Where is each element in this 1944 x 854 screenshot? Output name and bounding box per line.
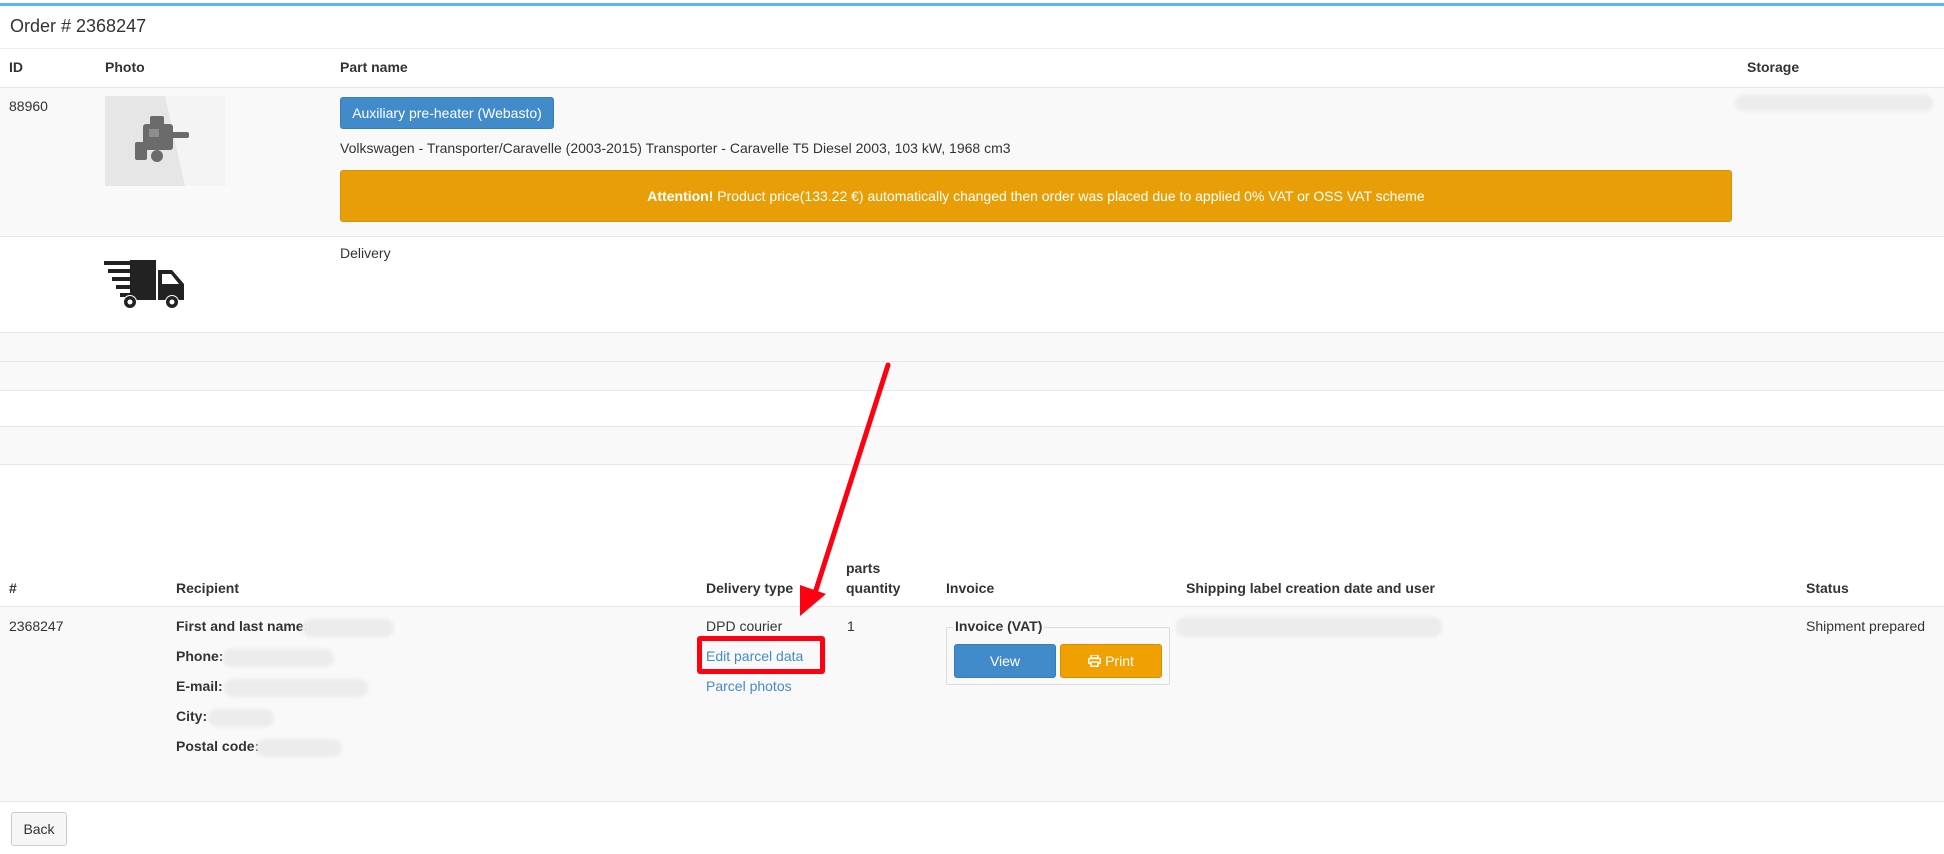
back-button[interactable]: Back (11, 812, 67, 846)
annotation-arrow (800, 362, 891, 616)
